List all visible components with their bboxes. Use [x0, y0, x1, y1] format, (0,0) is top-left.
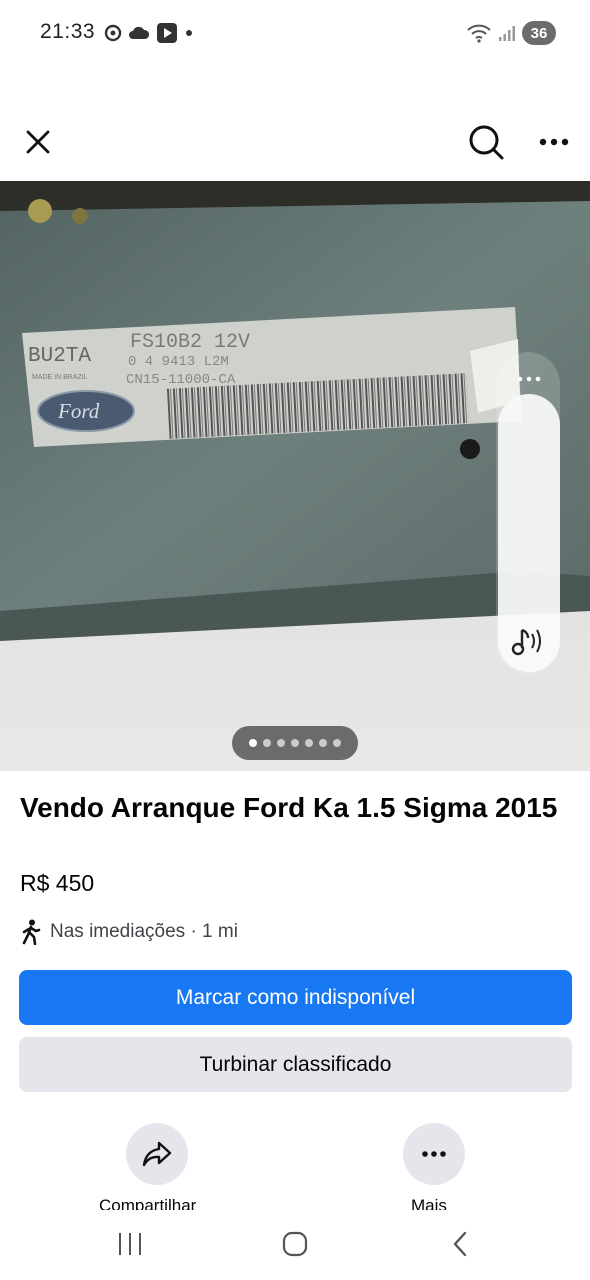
status-icons-right: 36 [466, 21, 556, 45]
more-icon [422, 1151, 446, 1157]
ford-logo: Ford [57, 399, 100, 423]
wifi-icon [467, 24, 491, 43]
actions-row: Compartilhar Mais [0, 1100, 590, 1210]
pager-dot[interactable] [249, 739, 257, 747]
media-side-panel[interactable] [496, 352, 560, 674]
share-icon [142, 1141, 172, 1167]
mark-unavailable-button[interactable]: Marcar como indisponível [19, 970, 572, 1025]
play-icon [157, 23, 177, 43]
pager-dot[interactable] [263, 739, 271, 747]
home-icon [282, 1231, 308, 1257]
search-button[interactable] [460, 116, 512, 168]
recent-apps-icon [119, 1233, 141, 1255]
close-button[interactable] [12, 116, 64, 168]
dot-icon [186, 30, 192, 36]
battery-indicator: 36 [522, 21, 556, 45]
label-text-small: MADE IN BRAZIL [32, 374, 88, 381]
more-icon [539, 138, 569, 146]
home-button[interactable] [265, 1224, 325, 1264]
pager-dot[interactable] [319, 739, 327, 747]
music-note-icon [511, 628, 541, 656]
chrome-icon [104, 24, 122, 42]
search-icon [469, 125, 504, 160]
status-bar: 21:33 36 [0, 0, 590, 66]
label-serial-2: CN15-11000-CA [126, 372, 236, 388]
label-text-line1: BU2TA [28, 345, 91, 368]
listing-title: Vendo Arranque Ford Ka 1.5 Sigma 2015 [20, 792, 558, 823]
close-icon [26, 130, 50, 154]
share-button[interactable] [126, 1123, 188, 1185]
listing-location: Nas imediações · 1 mi [20, 918, 238, 946]
signal-icon [499, 26, 515, 41]
recent-apps-button[interactable] [100, 1224, 160, 1264]
pager-dot[interactable] [305, 739, 313, 747]
more-label: Mais [411, 1196, 447, 1210]
back-icon [453, 1231, 467, 1257]
walking-person-icon [22, 919, 41, 945]
share-label: Compartilhar [99, 1196, 197, 1210]
boost-listing-button[interactable]: Turbinar classificado [19, 1037, 572, 1092]
photo-pager[interactable] [232, 726, 358, 760]
cloud-icon [129, 26, 150, 39]
more-options-button[interactable] [528, 116, 580, 168]
status-icons-left [104, 22, 194, 44]
location-text: Nas imediações · 1 mi [50, 921, 238, 942]
status-time: 21:33 [40, 20, 96, 43]
back-button[interactable] [430, 1224, 490, 1264]
pager-dot[interactable] [333, 739, 341, 747]
system-nav-bar [0, 1210, 590, 1280]
label-text-code: FS10B2 12V [130, 331, 250, 354]
label-serial-1: 0 4 9413 L2M [128, 354, 229, 370]
pager-dot[interactable] [277, 739, 285, 747]
top-toolbar [0, 108, 590, 176]
listing-price: R$ 450 [20, 870, 95, 896]
pager-dot[interactable] [291, 739, 299, 747]
more-actions-button[interactable] [403, 1123, 465, 1185]
